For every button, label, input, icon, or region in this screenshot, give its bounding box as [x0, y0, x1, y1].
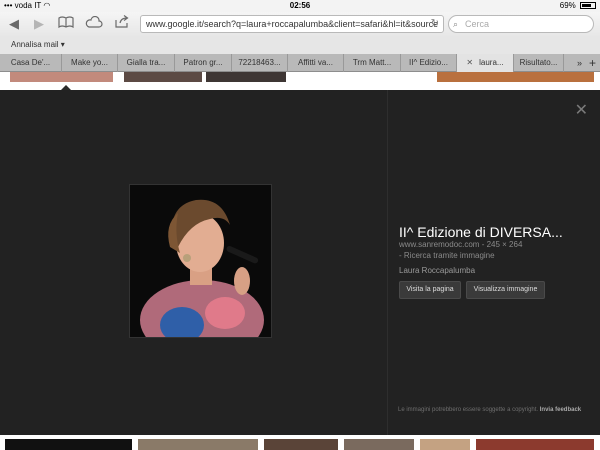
result-thumbnail[interactable] — [206, 72, 286, 82]
search-icon: ⌕ — [453, 19, 459, 29]
result-thumbnail[interactable] — [138, 439, 258, 450]
tab-1[interactable]: Casa De'... — [0, 54, 62, 72]
bookmarks-bar: Annalisa mail ▾ — [0, 36, 600, 54]
view-image-button[interactable]: Visualizza immagine — [466, 281, 545, 299]
url-text: www.google.it/search?q=laura+roccapalumb… — [146, 19, 439, 29]
image-source[interactable]: www.sanremodoc.com - 245 × 264 — [399, 240, 522, 249]
close-icon[interactable]: ✕ — [575, 100, 588, 120]
result-thumbnail[interactable] — [5, 439, 132, 450]
reverse-search-link[interactable]: - Ricerca tramite immagine — [399, 251, 495, 260]
cloud-icon[interactable] — [83, 15, 105, 33]
tab-6[interactable]: Affitti va... — [288, 54, 344, 72]
results-top-row — [0, 72, 600, 90]
battery-indicator: 69% — [560, 1, 596, 10]
panel-divider — [387, 90, 388, 435]
battery-icon — [580, 2, 596, 9]
forward-arrow-icon[interactable]: ▶ — [28, 15, 50, 33]
copyright-text: Le immagini potrebbero essere soggette a… — [398, 407, 539, 413]
tab-5[interactable]: 72218463... — [232, 54, 288, 72]
tab-8[interactable]: II^ Edizio... — [401, 54, 457, 72]
result-thumbnail[interactable] — [264, 439, 338, 450]
share-icon[interactable] — [111, 15, 133, 33]
image-detail-panel: ✕ II^ Edizione di DIVERSA... www.sanremo… — [0, 90, 600, 435]
image-title[interactable]: II^ Edizione di DIVERSA... — [399, 224, 563, 240]
bookmarks-book-icon[interactable] — [55, 15, 77, 33]
search-placeholder: Cerca — [465, 19, 490, 29]
reload-icon[interactable]: ↻ — [431, 16, 439, 32]
result-thumbnail[interactable] — [10, 72, 113, 82]
tab-4[interactable]: Patron gr... — [175, 54, 232, 72]
result-thumbnail[interactable] — [437, 72, 594, 82]
tab-bar: Casa De'... Make yo... Gialla tra... Pat… — [0, 54, 600, 72]
feedback-link[interactable]: Invia feedback — [540, 407, 581, 413]
preview-image[interactable] — [129, 184, 272, 338]
browser-toolbar: ◀ ▶ www.google.it/search?q=laura+roccapa… — [0, 12, 600, 36]
tab-active-label: laura... — [479, 58, 504, 67]
result-thumbnail[interactable] — [420, 439, 470, 450]
tab-active[interactable]: ✕ laura... — [457, 54, 514, 72]
visit-page-button[interactable]: Visita la pagina — [399, 281, 461, 299]
tab-7[interactable]: Trm Matt... — [344, 54, 401, 72]
address-bar[interactable]: www.google.it/search?q=laura+roccapalumb… — [140, 15, 444, 33]
result-thumbnail[interactable] — [124, 72, 202, 82]
back-arrow-icon[interactable]: ◀ — [3, 15, 25, 33]
tab-3[interactable]: Gialla tra... — [118, 54, 175, 72]
close-tab-icon[interactable]: ✕ — [466, 58, 473, 67]
result-thumbnail[interactable] — [344, 439, 414, 450]
copyright-notice: Le immagini potrebbero essere soggette a… — [398, 406, 588, 414]
more-tabs-icon[interactable]: » — [577, 54, 582, 72]
result-thumbnail[interactable] — [476, 439, 594, 450]
results-bottom-row — [0, 435, 600, 450]
status-bar: ••• voda IT ◠ 02:56 69% — [0, 0, 600, 12]
status-time: 02:56 — [289, 1, 311, 10]
image-description: Laura Roccapalumba — [399, 266, 476, 275]
tab-2[interactable]: Make yo... — [62, 54, 118, 72]
search-field[interactable]: ⌕ Cerca — [448, 15, 594, 33]
bookmark-annalisa-mail[interactable]: Annalisa mail ▾ — [11, 40, 65, 49]
tab-10[interactable]: Risultato... — [514, 54, 564, 72]
new-tab-icon[interactable]: + — [589, 54, 596, 72]
